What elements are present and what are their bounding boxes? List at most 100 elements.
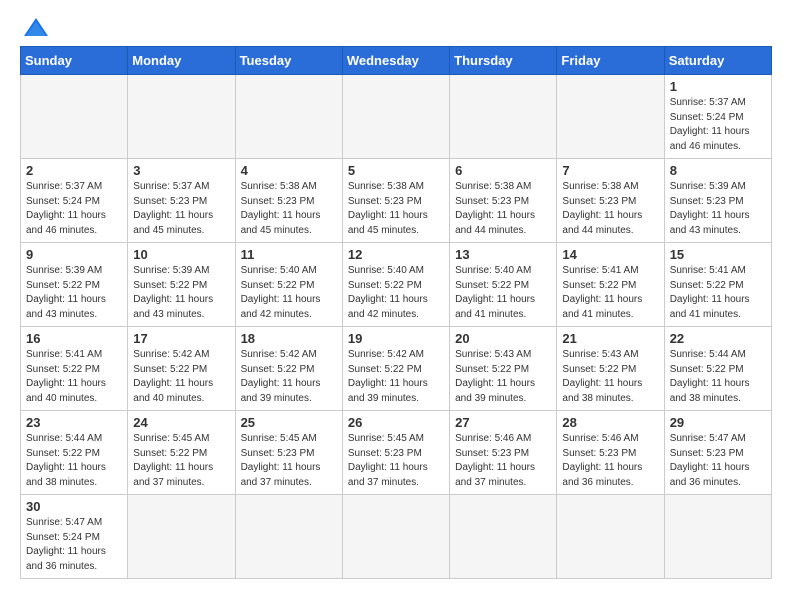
day-info: Sunrise: 5:45 AM Sunset: 5:23 PM Dayligh…: [241, 432, 337, 490]
day-number: 12: [348, 247, 444, 262]
day-number: 19: [348, 331, 444, 346]
day-number: 16: [26, 331, 122, 346]
calendar-cell: [21, 75, 128, 159]
day-info: Sunrise: 5:39 AM Sunset: 5:23 PM Dayligh…: [670, 180, 766, 238]
day-number: 20: [455, 331, 551, 346]
day-number: 17: [133, 331, 229, 346]
calendar-cell: [235, 75, 342, 159]
day-number: 7: [562, 163, 658, 178]
day-info: Sunrise: 5:39 AM Sunset: 5:22 PM Dayligh…: [26, 264, 122, 322]
calendar-row-2: 2Sunrise: 5:37 AM Sunset: 5:24 PM Daylig…: [21, 159, 772, 243]
day-number: 3: [133, 163, 229, 178]
day-number: 6: [455, 163, 551, 178]
day-number: 10: [133, 247, 229, 262]
calendar-cell: 15 Sunrise: 5:41 AM Sunset: 5:22 PM Dayli…: [664, 243, 771, 327]
calendar-cell: 12 Sunrise: 5:40 AM Sunset: 5:22 PM Dayli…: [342, 243, 449, 327]
calendar-cell: 17 Sunrise: 5:42 AM Sunset: 5:22 PM Dayli…: [128, 327, 235, 411]
day-info: Sunrise: 5:47 AM Sunset: 5:23 PM Dayligh…: [670, 432, 766, 490]
day-info: Sunrise: 5:41 AM Sunset: 5:22 PM Dayligh…: [26, 348, 122, 406]
weekday-header-wednesday: Wednesday: [342, 47, 449, 75]
weekday-header-row: SundayMondayTuesdayWednesdayThursdayFrid…: [21, 47, 772, 75]
weekday-header-sunday: Sunday: [21, 47, 128, 75]
calendar-cell: 10 Sunrise: 5:39 AM Sunset: 5:22 PM Dayli…: [128, 243, 235, 327]
day-info: Sunrise: 5:41 AM Sunset: 5:22 PM Dayligh…: [670, 264, 766, 322]
day-number: 1: [670, 79, 766, 94]
calendar-cell: 24 Sunrise: 5:45 AM Sunset: 5:22 PM Dayli…: [128, 411, 235, 495]
day-info: Sunrise: 5:44 AM Sunset: 5:22 PM Dayligh…: [670, 348, 766, 406]
calendar-cell: [128, 495, 235, 579]
weekday-header-thursday: Thursday: [450, 47, 557, 75]
day-info: Sunrise: 5:40 AM Sunset: 5:22 PM Dayligh…: [455, 264, 551, 322]
day-number: 25: [241, 415, 337, 430]
calendar-cell: [557, 495, 664, 579]
weekday-header-friday: Friday: [557, 47, 664, 75]
calendar-cell: [450, 495, 557, 579]
day-number: 11: [241, 247, 337, 262]
day-info: Sunrise: 5:43 AM Sunset: 5:22 PM Dayligh…: [455, 348, 551, 406]
calendar-cell: 20 Sunrise: 5:43 AM Sunset: 5:22 PM Dayli…: [450, 327, 557, 411]
day-number: 29: [670, 415, 766, 430]
day-info: Sunrise: 5:38 AM Sunset: 5:23 PM Dayligh…: [455, 180, 551, 238]
calendar-cell: 27Sunrise: 5:46 AM Sunset: 5:23 PM Dayli…: [450, 411, 557, 495]
day-info: Sunrise: 5:42 AM Sunset: 5:22 PM Dayligh…: [133, 348, 229, 406]
page-header: [20, 16, 772, 38]
weekday-header-saturday: Saturday: [664, 47, 771, 75]
day-number: 8: [670, 163, 766, 178]
calendar-cell: 18 Sunrise: 5:42 AM Sunset: 5:22 PM Dayli…: [235, 327, 342, 411]
day-info: Sunrise: 5:46 AM Sunset: 5:23 PM Dayligh…: [455, 432, 551, 490]
calendar-row-4: 16 Sunrise: 5:41 AM Sunset: 5:22 PM Dayli…: [21, 327, 772, 411]
calendar-cell: 29 Sunrise: 5:47 AM Sunset: 5:23 PM Dayli…: [664, 411, 771, 495]
day-info: Sunrise: 5:41 AM Sunset: 5:22 PM Dayligh…: [562, 264, 658, 322]
day-info: Sunrise: 5:46 AM Sunset: 5:23 PM Dayligh…: [562, 432, 658, 490]
calendar-cell: 7 Sunrise: 5:38 AM Sunset: 5:23 PM Daylig…: [557, 159, 664, 243]
day-number: 22: [670, 331, 766, 346]
calendar-cell: 23 Sunrise: 5:44 AM Sunset: 5:22 PM Dayli…: [21, 411, 128, 495]
day-info: Sunrise: 5:45 AM Sunset: 5:23 PM Dayligh…: [348, 432, 444, 490]
day-number: 23: [26, 415, 122, 430]
calendar-cell: 3 Sunrise: 5:37 AM Sunset: 5:23 PM Daylig…: [128, 159, 235, 243]
day-number: 18: [241, 331, 337, 346]
calendar-cell: 4Sunrise: 5:38 AM Sunset: 5:23 PM Daylig…: [235, 159, 342, 243]
day-info: Sunrise: 5:38 AM Sunset: 5:23 PM Dayligh…: [348, 180, 444, 238]
calendar-cell: [557, 75, 664, 159]
day-number: 24: [133, 415, 229, 430]
calendar-cell: 22 Sunrise: 5:44 AM Sunset: 5:22 PM Dayli…: [664, 327, 771, 411]
calendar-cell: [128, 75, 235, 159]
day-info: Sunrise: 5:42 AM Sunset: 5:22 PM Dayligh…: [348, 348, 444, 406]
calendar-cell: [342, 495, 449, 579]
calendar-cell: 26Sunrise: 5:45 AM Sunset: 5:23 PM Dayli…: [342, 411, 449, 495]
day-number: 14: [562, 247, 658, 262]
day-info: Sunrise: 5:45 AM Sunset: 5:22 PM Dayligh…: [133, 432, 229, 490]
day-info: Sunrise: 5:44 AM Sunset: 5:22 PM Dayligh…: [26, 432, 122, 490]
day-info: Sunrise: 5:47 AM Sunset: 5:24 PM Dayligh…: [26, 516, 122, 574]
day-number: 15: [670, 247, 766, 262]
weekday-header-tuesday: Tuesday: [235, 47, 342, 75]
calendar-row-6: 30 Sunrise: 5:47 AM Sunset: 5:24 PM Dayli…: [21, 495, 772, 579]
day-number: 28: [562, 415, 658, 430]
calendar-cell: 8 Sunrise: 5:39 AM Sunset: 5:23 PM Daylig…: [664, 159, 771, 243]
calendar-row-3: 9 Sunrise: 5:39 AM Sunset: 5:22 PM Daylig…: [21, 243, 772, 327]
day-number: 4: [241, 163, 337, 178]
calendar-cell: 6 Sunrise: 5:38 AM Sunset: 5:23 PM Daylig…: [450, 159, 557, 243]
day-info: Sunrise: 5:37 AM Sunset: 5:24 PM Dayligh…: [670, 96, 766, 154]
calendar-cell: 16 Sunrise: 5:41 AM Sunset: 5:22 PM Dayli…: [21, 327, 128, 411]
calendar-cell: 13Sunrise: 5:40 AM Sunset: 5:22 PM Dayli…: [450, 243, 557, 327]
day-number: 9: [26, 247, 122, 262]
calendar-cell: 30 Sunrise: 5:47 AM Sunset: 5:24 PM Dayli…: [21, 495, 128, 579]
day-info: Sunrise: 5:42 AM Sunset: 5:22 PM Dayligh…: [241, 348, 337, 406]
calendar-cell: 28 Sunrise: 5:46 AM Sunset: 5:23 PM Dayli…: [557, 411, 664, 495]
day-info: Sunrise: 5:39 AM Sunset: 5:22 PM Dayligh…: [133, 264, 229, 322]
calendar-cell: 1 Sunrise: 5:37 AM Sunset: 5:24 PM Daylig…: [664, 75, 771, 159]
day-info: Sunrise: 5:37 AM Sunset: 5:23 PM Dayligh…: [133, 180, 229, 238]
day-info: Sunrise: 5:38 AM Sunset: 5:23 PM Dayligh…: [562, 180, 658, 238]
calendar-cell: 5 Sunrise: 5:38 AM Sunset: 5:23 PM Daylig…: [342, 159, 449, 243]
day-number: 30: [26, 499, 122, 514]
day-info: Sunrise: 5:40 AM Sunset: 5:22 PM Dayligh…: [241, 264, 337, 322]
day-number: 5: [348, 163, 444, 178]
calendar-cell: [342, 75, 449, 159]
calendar-row-1: 1 Sunrise: 5:37 AM Sunset: 5:24 PM Daylig…: [21, 75, 772, 159]
day-info: Sunrise: 5:40 AM Sunset: 5:22 PM Dayligh…: [348, 264, 444, 322]
logo-icon: [22, 16, 50, 38]
calendar-cell: 19 Sunrise: 5:42 AM Sunset: 5:22 PM Dayli…: [342, 327, 449, 411]
calendar-cell: 14 Sunrise: 5:41 AM Sunset: 5:22 PM Dayli…: [557, 243, 664, 327]
